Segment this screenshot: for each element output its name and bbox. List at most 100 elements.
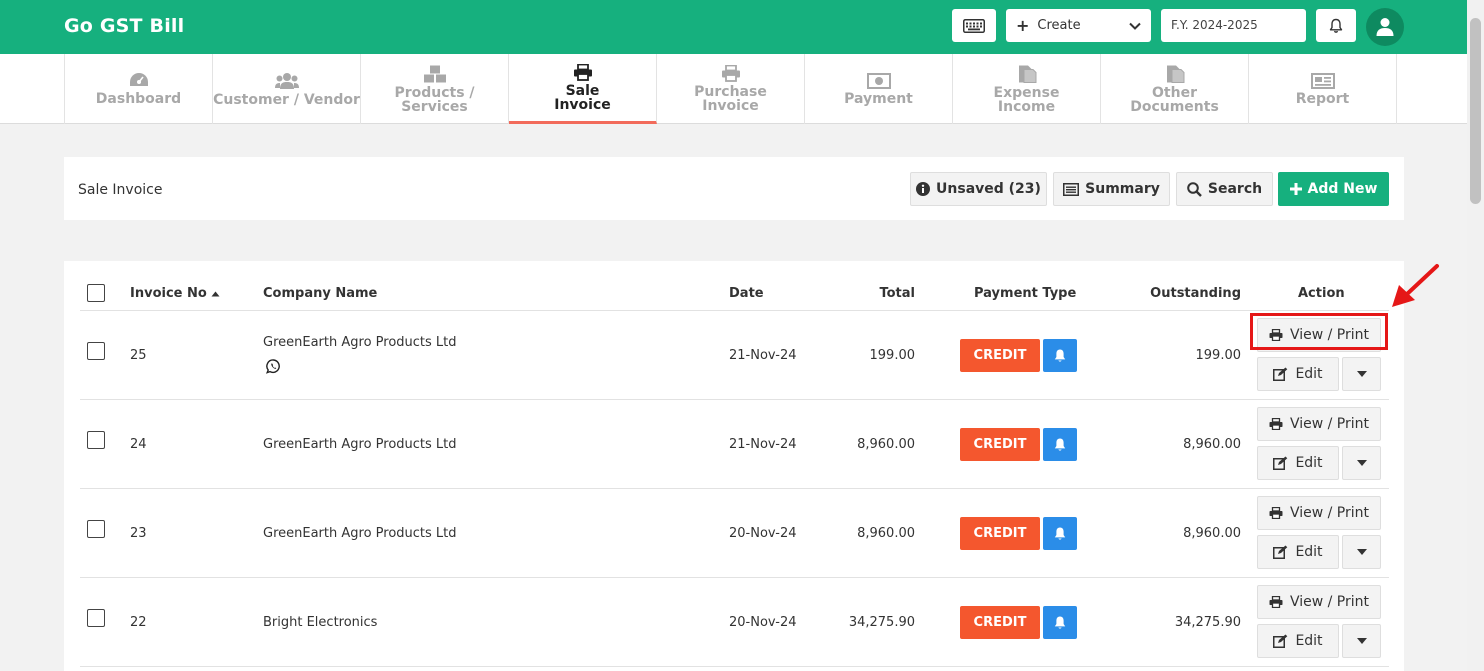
tab-report[interactable]: Report — [1249, 54, 1397, 124]
bell-icon — [1054, 349, 1066, 362]
edit-label: Edit — [1295, 544, 1323, 560]
create-label: Create — [1037, 18, 1081, 33]
action-header: Action — [1298, 286, 1345, 301]
tab-customer-vendor[interactable]: Customer / Vendor — [213, 54, 361, 124]
invoice-no[interactable]: 24 — [130, 437, 147, 452]
tab-expense-income[interactable]: Expense Income — [953, 54, 1101, 124]
tab-payment[interactable]: Payment — [805, 54, 953, 124]
caret-down-icon — [1356, 371, 1367, 377]
view-print-button[interactable]: View / Print — [1257, 585, 1381, 619]
invoice-date: 20-Nov-24 — [729, 615, 797, 630]
tab-label: Payment — [844, 90, 913, 107]
table-row: 24 GreenEarth Agro Products Ltd 21-Nov-2… — [80, 400, 1389, 489]
info-icon — [916, 182, 931, 196]
summary-button[interactable]: Summary — [1053, 172, 1170, 206]
more-actions-dropdown[interactable] — [1342, 624, 1381, 658]
unsaved-label: Unsaved (23) — [936, 181, 1041, 197]
company-name[interactable]: GreenEarth Agro Products Ltd — [263, 526, 457, 541]
send-reminder-button[interactable] — [1043, 428, 1077, 461]
company-name[interactable]: GreenEarth Agro Products Ltd — [263, 437, 457, 452]
user-avatar[interactable] — [1366, 8, 1404, 46]
tab-label: Products / Services — [394, 84, 475, 115]
tab-label: Expense Income — [993, 84, 1060, 115]
invoice-total: 199.00 — [869, 348, 916, 363]
select-all-checkbox[interactable] — [87, 284, 105, 302]
send-reminder-button[interactable] — [1043, 606, 1077, 639]
company-header[interactable]: Company Name — [263, 286, 377, 301]
tab-label: Purchase Invoice — [694, 84, 767, 114]
invoice-date: 21-Nov-24 — [729, 348, 797, 363]
tab-label: Customer / Vendor — [213, 91, 360, 108]
row-checkbox[interactable] — [87, 609, 105, 627]
invoice-date: 20-Nov-24 — [729, 526, 797, 541]
main-navigation: Dashboard Customer / Vendor Products / S… — [0, 54, 1467, 124]
notifications-button[interactable] — [1316, 9, 1356, 42]
invoice-no[interactable]: 23 — [130, 526, 147, 541]
outstanding-header[interactable]: Outstanding — [1150, 286, 1241, 301]
invoice-no[interactable]: 22 — [130, 615, 147, 630]
table-row: 23 GreenEarth Agro Products Ltd 20-Nov-2… — [80, 489, 1389, 578]
outstanding-amount: 199.00 — [1195, 348, 1242, 363]
view-print-label: View / Print — [1289, 594, 1370, 610]
tab-products-services[interactable]: Products / Services — [361, 54, 509, 124]
file-icon — [1166, 65, 1184, 83]
unsaved-button[interactable]: Unsaved (23) — [910, 172, 1047, 206]
bell-icon — [1054, 438, 1066, 451]
bell-icon — [1329, 18, 1343, 33]
app-title[interactable]: Go GST Bill — [64, 15, 184, 37]
keyboard-shortcuts-button[interactable] — [952, 9, 996, 42]
total-header[interactable]: Total — [879, 286, 915, 301]
users-icon — [274, 72, 299, 89]
page-title: Sale Invoice — [78, 182, 163, 198]
edit-button[interactable]: Edit — [1257, 357, 1339, 391]
tab-label: Report — [1295, 90, 1350, 107]
tab-other-documents[interactable]: Other Documents — [1101, 54, 1249, 124]
tab-label: Sale Invoice — [554, 82, 611, 113]
user-icon — [1376, 18, 1394, 36]
row-checkbox[interactable] — [87, 431, 105, 449]
tab-dashboard[interactable]: Dashboard — [65, 54, 213, 124]
list-alt-icon — [1063, 182, 1080, 196]
search-label: Search — [1207, 181, 1263, 197]
row-checkbox[interactable] — [87, 520, 105, 538]
tab-purchase-invoice[interactable]: Purchase Invoice — [657, 54, 805, 124]
payment-type-header[interactable]: Payment Type — [974, 286, 1076, 301]
more-actions-dropdown[interactable] — [1342, 535, 1381, 569]
scrollbar-thumb[interactable] — [1470, 18, 1481, 204]
company-name[interactable]: GreenEarth Agro Products Ltd — [263, 335, 457, 350]
cubes-icon — [423, 65, 446, 82]
payment-type-badge[interactable]: CREDIT — [960, 339, 1040, 372]
company-name[interactable]: Bright Electronics — [263, 615, 377, 630]
send-reminder-button[interactable] — [1043, 517, 1077, 550]
date-header[interactable]: Date — [729, 286, 764, 301]
outstanding-amount: 34,275.90 — [1174, 615, 1241, 630]
more-actions-dropdown[interactable] — [1342, 357, 1381, 391]
view-print-button[interactable]: View / Print — [1257, 496, 1381, 530]
financial-year-select[interactable]: F.Y. 2024-2025 — [1161, 9, 1306, 42]
create-dropdown[interactable]: + Create — [1006, 9, 1151, 42]
payment-type-badge[interactable]: CREDIT — [960, 428, 1040, 461]
search-button[interactable]: Search — [1176, 172, 1273, 206]
tab-sale-invoice[interactable]: Sale Invoice — [509, 54, 657, 124]
printer-icon — [721, 65, 740, 82]
payment-type-badge[interactable]: CREDIT — [960, 517, 1040, 550]
whatsapp-icon[interactable] — [265, 359, 281, 378]
edit-button[interactable]: Edit — [1257, 446, 1339, 480]
view-print-button[interactable]: View / Print — [1257, 407, 1381, 441]
top-bar: Go GST Bill + Create F.Y. 2024-2025 — [0, 0, 1467, 54]
edit-button[interactable]: Edit — [1257, 624, 1339, 658]
payment-type-badge[interactable]: CREDIT — [960, 606, 1040, 639]
edit-label: Edit — [1295, 633, 1323, 649]
edit-label: Edit — [1295, 366, 1323, 382]
row-checkbox[interactable] — [87, 342, 105, 360]
invoice-no[interactable]: 25 — [130, 348, 147, 363]
invoice-no-header[interactable]: Invoice No — [130, 286, 220, 301]
edit-icon — [1273, 634, 1288, 648]
bell-icon — [1054, 616, 1066, 629]
send-reminder-button[interactable] — [1043, 339, 1077, 372]
add-new-button[interactable]: Add New — [1278, 172, 1389, 206]
tab-label: Other Documents — [1130, 84, 1219, 115]
chevron-down-icon — [1129, 22, 1141, 30]
more-actions-dropdown[interactable] — [1342, 446, 1381, 480]
edit-button[interactable]: Edit — [1257, 535, 1339, 569]
